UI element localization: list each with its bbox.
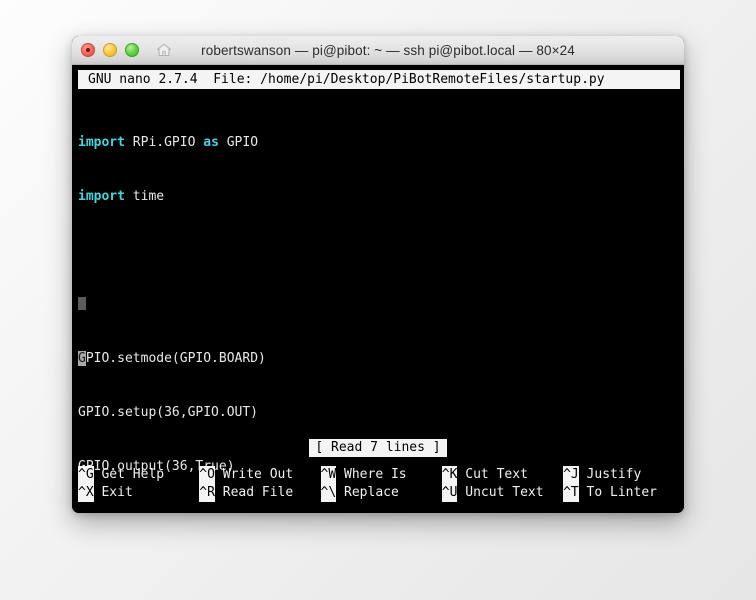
minimize-button[interactable]: [103, 43, 117, 57]
shortcut-key: ^\: [320, 484, 337, 502]
code-text: GPIO: [218, 135, 259, 150]
code-line: GPIO.setup(36,GPIO.OUT): [78, 404, 684, 422]
shortcut-key: ^R: [199, 484, 215, 502]
desktop-background: robertswanson — pi@pibot: ~ — ssh pi@pib…: [0, 0, 756, 600]
code-text: PIO.setmode(GPIO.BOARD): [85, 351, 266, 366]
keyword-import: import: [78, 189, 125, 204]
shortcut-label: Exit: [93, 485, 204, 500]
nano-header-bar: GNU nano 2.7.4 File: /home/pi/Desktop/Pi…: [78, 70, 680, 89]
shortcut-read-file[interactable]: ^R Read File: [199, 484, 320, 502]
keyword-as: as: [203, 135, 219, 150]
shortcut-label: Cut Text: [457, 467, 568, 482]
window-title: robertswanson — pi@pibot: ~ — ssh pi@pib…: [201, 42, 575, 58]
shortcut-label: Where Is: [336, 467, 446, 482]
shortcut-key: ^O: [199, 466, 215, 484]
window-controls[interactable]: [81, 36, 139, 64]
shortcut-key: ^G: [78, 466, 94, 484]
close-button[interactable]: [81, 43, 95, 57]
nano-editor-text[interactable]: import RPi.GPIO as GPIO import time GPIO…: [72, 98, 684, 474]
code-text: time: [124, 189, 165, 204]
shortcut-label: Justify: [578, 467, 684, 482]
shortcut-row-2: ^X Exit ^R Read File ^\ Replace ^U Uncut…: [78, 484, 684, 502]
text-cursor: G: [78, 351, 86, 366]
shortcut-write-out[interactable]: ^O Write Out: [199, 466, 320, 484]
nano-shortcut-bar[interactable]: ^G Get Help ^O Write Out ^W Where Is ^K …: [72, 466, 684, 502]
shortcut-label: To Linter: [578, 485, 684, 500]
shortcut-key: ^W: [320, 466, 337, 484]
shortcut-label: Replace: [336, 485, 446, 500]
shortcut-exit[interactable]: ^X Exit: [78, 484, 199, 502]
code-line-blank: [78, 296, 684, 314]
window-titlebar[interactable]: robertswanson — pi@pibot: ~ — ssh pi@pib…: [72, 36, 684, 65]
shortcut-key: ^U: [441, 484, 458, 502]
shortcut-key: ^K: [441, 466, 458, 484]
shortcut-uncut-text[interactable]: ^U Uncut Text: [441, 484, 563, 502]
shortcut-label: Write Out: [214, 467, 325, 482]
shortcut-key: ^T: [563, 484, 579, 502]
shortcut-key: ^X: [78, 484, 94, 502]
code-line: GPIO.setmode(GPIO.BOARD): [78, 350, 684, 368]
shortcut-where-is[interactable]: ^W Where Is: [320, 466, 442, 484]
maximize-button[interactable]: [125, 43, 139, 57]
shortcut-to-linter[interactable]: ^T To Linter: [563, 484, 684, 502]
selection-marker: [78, 297, 86, 310]
code-text: GPIO.setup(36,GPIO.OUT): [78, 405, 259, 420]
shortcut-key: ^J: [563, 466, 579, 484]
shortcut-label: Read File: [214, 485, 325, 500]
shortcut-label: Get Help: [93, 467, 204, 482]
code-line: import time: [78, 188, 684, 206]
terminal-screen[interactable]: GNU nano 2.7.4 File: /home/pi/Desktop/Pi…: [72, 65, 684, 513]
shortcut-replace[interactable]: ^\ Replace: [320, 484, 442, 502]
shortcut-get-help[interactable]: ^G Get Help: [78, 466, 199, 484]
shortcut-row-1: ^G Get Help ^O Write Out ^W Where Is ^K …: [78, 466, 684, 484]
code-text: RPi.GPIO: [124, 135, 204, 150]
shortcut-label: Uncut Text: [457, 485, 568, 500]
code-line: time.sleep(1): [78, 512, 684, 513]
status-message: [ Read 7 lines ]: [309, 439, 447, 457]
home-icon: [157, 43, 171, 56]
terminal-window[interactable]: robertswanson — pi@pibot: ~ — ssh pi@pib…: [72, 36, 684, 513]
nano-status-line: [ Read 7 lines ]: [72, 439, 684, 457]
shortcut-justify[interactable]: ^J Justify: [563, 466, 684, 484]
keyword-import: import: [78, 135, 125, 150]
shortcut-cut-text[interactable]: ^K Cut Text: [441, 466, 563, 484]
code-line: import RPi.GPIO as GPIO: [78, 134, 684, 152]
